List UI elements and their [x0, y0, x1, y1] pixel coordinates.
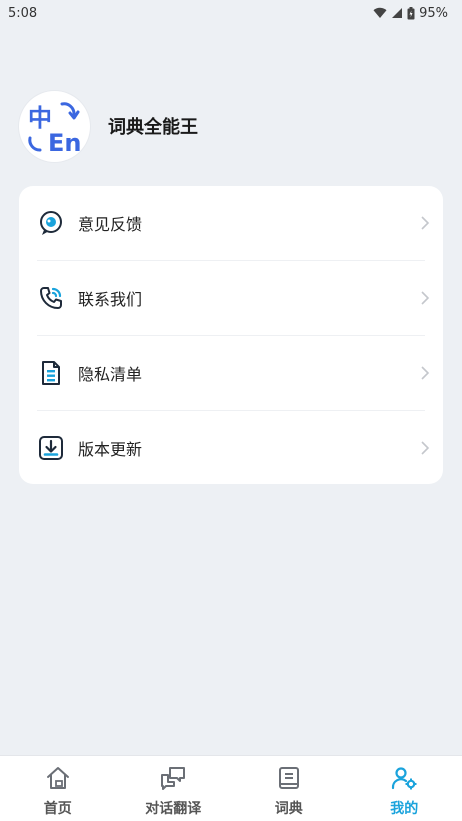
- status-icons: 95%: [373, 6, 448, 21]
- menu-item-label: 隐私清单: [78, 365, 143, 384]
- dictionary-book-icon: [276, 766, 302, 794]
- privacy-list-icon: [38, 360, 64, 386]
- app-logo: 中 En: [28, 102, 81, 156]
- tab-home[interactable]: 首页: [0, 756, 116, 821]
- chevron-right-icon: [421, 291, 430, 305]
- menu-item-label: 联系我们: [78, 290, 143, 309]
- battery-percent: 95%: [419, 5, 448, 21]
- chevron-right-icon: [421, 441, 430, 455]
- phone-icon: [38, 285, 64, 311]
- tab-dictionary[interactable]: 词典: [231, 756, 347, 821]
- menu-item-feedback[interactable]: 意见反馈: [19, 186, 443, 260]
- profile-header: 中 En 词典全能王: [19, 90, 198, 162]
- tab-conversation[interactable]: 对话翻译: [116, 756, 232, 821]
- app-name: 词典全能王: [108, 117, 198, 138]
- bottom-tab-bar: 首页 对话翻译 词典 我的: [0, 755, 462, 821]
- logo-glyph-en: En: [48, 129, 81, 156]
- status-bar: 5:08 95%: [0, 0, 462, 26]
- logo-glyph-zh: 中: [28, 104, 52, 132]
- conversation-icon: [160, 766, 186, 794]
- tab-profile[interactable]: 我的: [347, 756, 462, 821]
- signal-icon: [391, 7, 403, 19]
- translate-zh-en-icon[interactable]: 中 En: [19, 90, 90, 162]
- update-download-icon: [38, 435, 64, 461]
- menu-item-label: 意见反馈: [78, 215, 143, 234]
- menu-item-update[interactable]: 版本更新: [19, 411, 443, 485]
- tab-label: 对话翻译: [145, 801, 202, 817]
- tab-label: 词典: [274, 801, 303, 817]
- menu-item-privacy[interactable]: 隐私清单: [19, 336, 443, 410]
- settings-menu-card: 意见反馈 联系我们 隐私清单 版本更新: [19, 186, 443, 484]
- battery-icon: [407, 6, 415, 20]
- tab-label: 我的: [390, 801, 419, 817]
- chevron-right-icon: [421, 216, 430, 230]
- chevron-right-icon: [421, 366, 430, 380]
- tab-label: 首页: [43, 801, 72, 817]
- profile-settings-icon: [391, 766, 417, 794]
- menu-item-contact[interactable]: 联系我们: [19, 261, 443, 335]
- home-icon: [45, 766, 71, 794]
- status-time: 5:08: [8, 5, 38, 21]
- wifi-icon: [373, 7, 387, 19]
- menu-item-label: 版本更新: [78, 440, 143, 459]
- feedback-icon: [38, 210, 64, 236]
